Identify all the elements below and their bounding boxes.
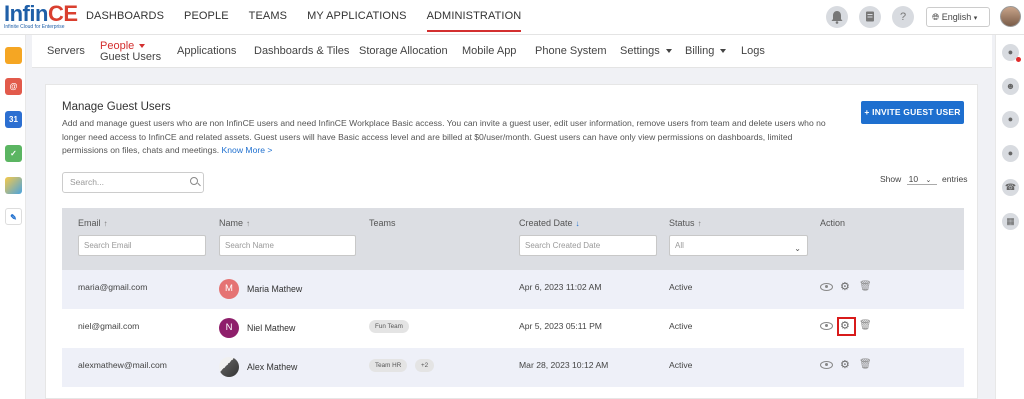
- left-app-rail: @ 31 ✓ ✎: [0, 35, 26, 399]
- subnav-guest-users[interactable]: Guest Users: [100, 52, 161, 63]
- settings-gear-icon[interactable]: ⚙: [840, 281, 850, 293]
- row-status: Active: [669, 282, 693, 292]
- subnav-logs[interactable]: Logs: [741, 45, 765, 57]
- row-name: Alex Mathew: [247, 362, 298, 372]
- invite-guest-user-button[interactable]: + INVITE GUEST USER: [861, 101, 964, 124]
- globe-icon: 🌐︎: [932, 12, 940, 22]
- nav-dashboards[interactable]: DASHBOARDS: [86, 0, 164, 35]
- row-email: alexmathew@mail.com: [78, 360, 167, 370]
- caret-down-icon: [720, 49, 727, 54]
- tasks-icon[interactable]: [859, 6, 881, 28]
- subnav-applications[interactable]: Applications: [177, 45, 236, 57]
- col-name[interactable]: Name ↑: [219, 218, 250, 228]
- chevron-down-icon: ⌄: [925, 177, 932, 184]
- table-row: maria@gmail.com M Maria Mathew Apr 6, 20…: [62, 270, 964, 309]
- team-badge[interactable]: Team HR: [369, 359, 408, 372]
- subnav-mobile[interactable]: Mobile App: [462, 45, 516, 57]
- avatar: N: [219, 318, 239, 338]
- sign-app-icon[interactable]: ✎: [5, 208, 22, 225]
- more-teams-badge[interactable]: +2: [415, 359, 435, 372]
- subnav-storage[interactable]: Storage Allocation: [359, 45, 448, 57]
- delete-trash-icon[interactable]: 🗑︎: [859, 359, 872, 371]
- delete-trash-icon[interactable]: 🗑︎: [859, 281, 872, 293]
- search-icon: [190, 177, 198, 185]
- row-name: Maria Mathew: [247, 284, 303, 294]
- filter-name-input[interactable]: Search Name: [219, 235, 356, 256]
- logo-tagline: Infinite Cloud for Enterprise: [4, 24, 65, 30]
- folder-app-icon[interactable]: [5, 47, 22, 64]
- row-created-date: Apr 6, 2023 11:02 AM: [519, 282, 602, 292]
- col-teams: Teams: [369, 218, 396, 228]
- language-selector[interactable]: 🌐︎ English ▾: [926, 7, 990, 27]
- avatar: [219, 357, 239, 377]
- row-name: Niel Mathew: [247, 323, 296, 333]
- col-created-date[interactable]: Created Date ↓: [519, 218, 580, 228]
- right-rail: ● ☻ ● ● ☎ ▦: [995, 35, 1024, 399]
- avatar: M: [219, 279, 239, 299]
- help-icon[interactable]: ?: [892, 6, 914, 28]
- subnav-settings[interactable]: Settings: [620, 45, 672, 57]
- infince-logo[interactable]: InfinCE Infinite Cloud for Enterprise: [4, 1, 78, 32]
- row-created-date: Apr 5, 2023 05:11 PM: [519, 321, 602, 331]
- subnav-phone[interactable]: Phone System: [535, 45, 607, 57]
- user-avatar[interactable]: [1000, 6, 1021, 27]
- sort-desc-icon: ↓: [575, 219, 580, 228]
- highlight-box: [837, 317, 856, 336]
- photos-app-icon[interactable]: [5, 177, 22, 194]
- unread-dot: [1016, 57, 1021, 62]
- row-email: maria@gmail.com: [78, 282, 148, 292]
- chevron-down-icon: ⌄: [794, 244, 801, 253]
- table-row: alexmathew@mail.com Alex Mathew Team HR …: [62, 348, 964, 387]
- team-icon[interactable]: ●: [1002, 145, 1019, 162]
- page-size-select[interactable]: 10 ⌄: [906, 174, 937, 185]
- filter-email-input[interactable]: Search Email: [78, 235, 206, 256]
- row-email: niel@gmail.com: [78, 321, 140, 331]
- caret-down-icon: [665, 49, 672, 54]
- team-badge[interactable]: Fun Team: [369, 320, 409, 333]
- search-input[interactable]: Search...: [62, 172, 204, 193]
- calendar-icon[interactable]: ▦: [1002, 213, 1019, 230]
- know-more-link[interactable]: Know More >: [222, 145, 273, 155]
- sort-icon: ↑: [103, 219, 108, 228]
- caret-down-icon: [139, 44, 146, 49]
- subnav-servers[interactable]: Servers: [47, 45, 85, 57]
- logo-wordmark: InfinCE: [4, 1, 78, 26]
- notes-app-icon[interactable]: ✓: [5, 145, 22, 162]
- admin-subnav: Servers People Guest Users Applications …: [32, 35, 992, 68]
- nav-my-applications[interactable]: MY APPLICATIONS: [307, 0, 407, 35]
- nav-teams[interactable]: TEAMS: [249, 0, 287, 35]
- row-status: Active: [669, 360, 693, 370]
- group-icon[interactable]: ●: [1002, 111, 1019, 128]
- table-row: niel@gmail.com N Niel Mathew Fun Team Ap…: [62, 309, 964, 348]
- profile-icon[interactable]: ☻: [1002, 78, 1019, 95]
- main-nav: DASHBOARDS PEOPLE TEAMS MY APPLICATIONS …: [86, 0, 541, 35]
- subnav-people[interactable]: People Guest Users: [100, 41, 161, 63]
- nav-people[interactable]: PEOPLE: [184, 0, 229, 35]
- col-email[interactable]: Email ↑: [78, 218, 108, 228]
- page-size-control: Show 10 ⌄ entries: [880, 174, 968, 185]
- settings-gear-icon[interactable]: ⚙: [840, 359, 850, 371]
- notification-bell-icon[interactable]: [826, 6, 848, 28]
- table-header: Email ↑ Name ↑ Teams Created Date ↓ Status ↑…: [62, 208, 964, 270]
- filter-status-select[interactable]: All ⌄: [669, 235, 808, 256]
- row-created-date: Mar 28, 2023 10:12 AM: [519, 360, 609, 370]
- calendar-app-icon[interactable]: 31: [5, 111, 22, 128]
- subnav-billing[interactable]: Billing: [685, 45, 727, 57]
- col-action: Action: [820, 218, 846, 228]
- row-status: Active: [669, 321, 693, 331]
- phone-icon[interactable]: ☎: [1002, 179, 1019, 196]
- filter-created-date-input[interactable]: Search Created Date: [519, 235, 657, 256]
- page-title: Manage Guest Users: [62, 101, 171, 113]
- sort-icon: ↑: [697, 219, 702, 228]
- guest-users-card: Manage Guest Users Add and manage guest …: [45, 84, 978, 399]
- delete-trash-icon[interactable]: 🗑︎: [859, 320, 872, 332]
- col-status[interactable]: Status ↑: [669, 218, 702, 228]
- sort-icon: ↑: [246, 219, 251, 228]
- nav-administration[interactable]: ADMINISTRATION: [426, 0, 522, 32]
- chevron-down-icon: ▾: [973, 15, 978, 22]
- page-description: Add and manage guest users who are non I…: [62, 118, 826, 155]
- subnav-dashboards-tiles[interactable]: Dashboards & Tiles: [254, 45, 349, 57]
- email-app-icon[interactable]: @: [5, 78, 22, 95]
- top-navigation-bar: InfinCE Infinite Cloud for Enterprise DA…: [0, 0, 1024, 35]
